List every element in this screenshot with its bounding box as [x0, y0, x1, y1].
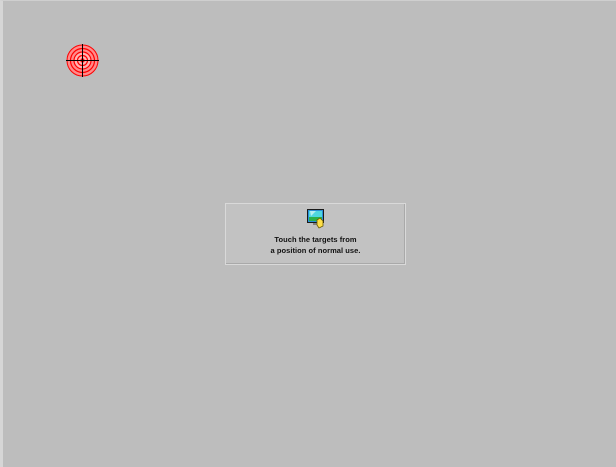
instruction-line-2: a position of normal use. [270, 246, 361, 255]
touch-calibration-screen: Touch the targets from a position of nor… [0, 0, 616, 467]
calibration-target-icon[interactable] [66, 44, 99, 77]
touch-screen-icon [307, 209, 325, 229]
instruction-panel: Touch the targets from a position of nor… [225, 203, 406, 265]
instruction-text: Touch the targets from a position of nor… [226, 234, 405, 256]
instruction-line-1: Touch the targets from [274, 235, 357, 244]
crosshair-target-icon [66, 44, 99, 77]
